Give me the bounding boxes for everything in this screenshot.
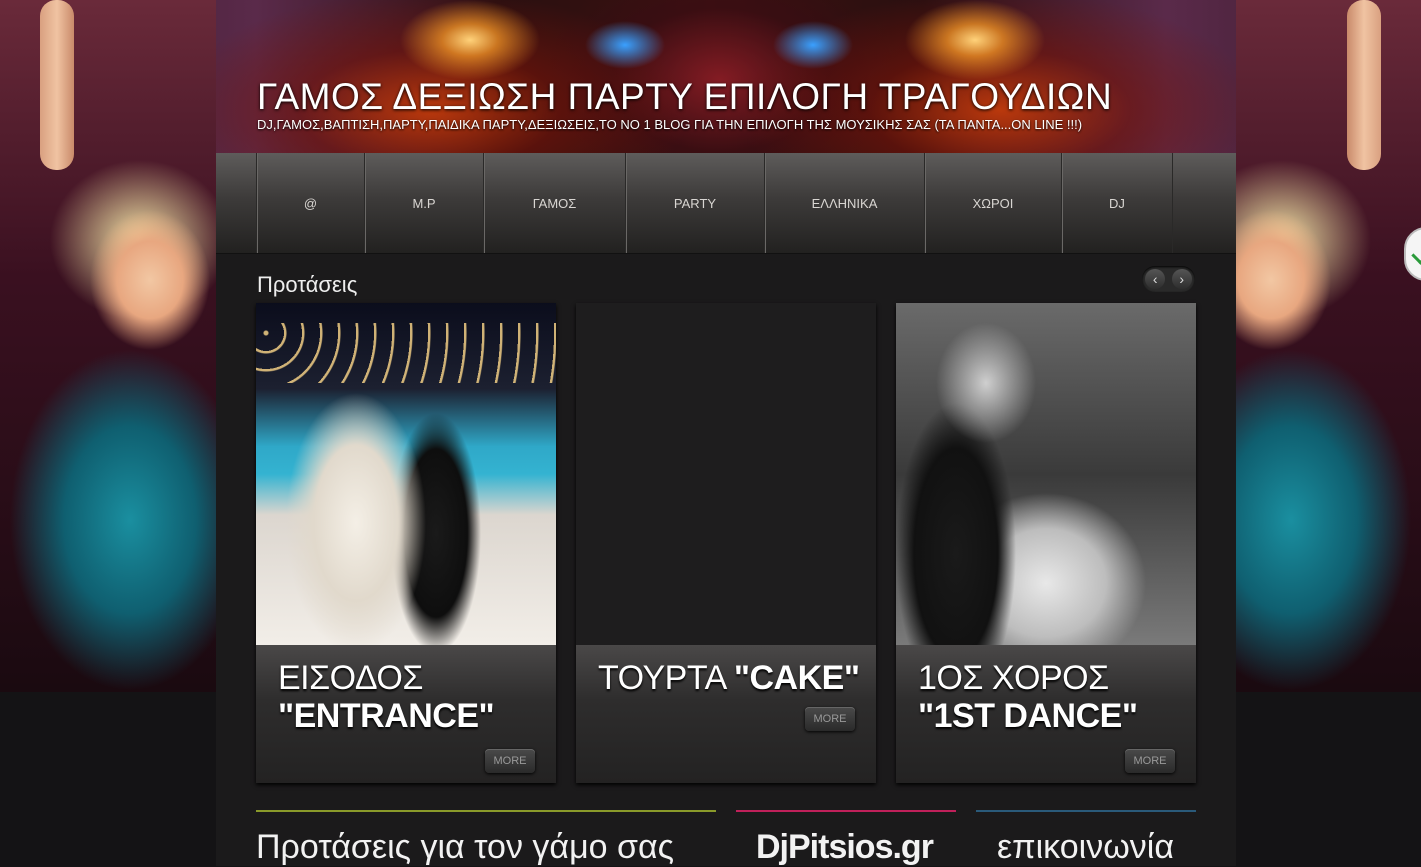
card-title[interactable]: 1ΟΣ ΧΟΡΟΣ "1ST DANCE" bbox=[918, 659, 1188, 735]
right-background-photo bbox=[1236, 0, 1421, 692]
site-description: DJ,ΓΑΜΟΣ,ΒΑΠΤΙΣΗ,ΠΑΡΤΥ,ΠΑΙΔΙΚΑ ΠΑΡΤΥ,ΔΕΞ… bbox=[257, 117, 1083, 132]
slider-controls: ‹ › bbox=[1142, 266, 1195, 292]
card-caption: 1ΟΣ ΧΟΡΟΣ "1ST DANCE" MORE bbox=[896, 645, 1196, 783]
nav-item-mp[interactable]: Μ.Ρ bbox=[365, 153, 484, 253]
featured-card-entrance[interactable]: ΕΙΣΟΔΟΣ "ENTRANCE" MORE bbox=[256, 303, 556, 783]
nav-item-party[interactable]: PARTY bbox=[626, 153, 765, 253]
footer-divider-1 bbox=[256, 810, 716, 812]
featured-section-title: Προτάσεις bbox=[257, 272, 358, 297]
string-lights bbox=[256, 323, 556, 383]
footer-heading-suggestions: Προτάσεις για τον γάμο σας bbox=[256, 828, 675, 866]
footer-heading-brand[interactable]: DjPitsios.gr bbox=[756, 828, 934, 867]
featured-card-first-dance[interactable]: 1ΟΣ ΧΟΡΟΣ "1ST DANCE" MORE bbox=[896, 303, 1196, 783]
nav-item-dj[interactable]: DJ bbox=[1062, 153, 1173, 253]
card-title-line1: ΕΙΣΟΔΟΣ bbox=[278, 659, 423, 697]
card-caption: ΤΟΥΡΤΑ "CAKE" MORE bbox=[576, 645, 876, 783]
nav-item-gamos[interactable]: ΓΑΜΟΣ bbox=[484, 153, 626, 253]
entrance-image[interactable] bbox=[256, 303, 556, 645]
more-button[interactable]: MORE bbox=[1125, 749, 1175, 773]
cake-image[interactable] bbox=[576, 303, 876, 645]
featured-card-cake[interactable]: ΤΟΥΡΤΑ "CAKE" MORE bbox=[576, 303, 876, 783]
card-title-line2: "CAKE" bbox=[733, 659, 860, 697]
slider-prev-icon[interactable]: ‹ bbox=[1145, 269, 1166, 289]
main-nav: @ Μ.Ρ ΓΑΜΟΣ PARTY ΕΛΛΗΝΙΚΑ ΧΩΡΟΙ DJ bbox=[216, 153, 1236, 254]
card-title[interactable]: ΤΟΥΡΤΑ "CAKE" bbox=[598, 659, 868, 697]
nav-left-cap bbox=[216, 153, 257, 253]
more-button[interactable]: MORE bbox=[485, 749, 535, 773]
nav-item-ellinika[interactable]: ΕΛΛΗΝΙΚΑ bbox=[765, 153, 925, 253]
slider-next-icon[interactable]: › bbox=[1171, 269, 1192, 289]
card-title-line1: 1ΟΣ ΧΟΡΟΣ bbox=[918, 659, 1109, 697]
nav-item-xoroi[interactable]: ΧΩΡΟΙ bbox=[925, 153, 1062, 253]
raised-arm-left bbox=[40, 0, 74, 170]
footer-divider-3 bbox=[976, 810, 1196, 812]
nav-item-at[interactable]: @ bbox=[257, 153, 365, 253]
card-title-line2: "1ST DANCE" bbox=[918, 697, 1138, 735]
footer-divider-2 bbox=[736, 810, 956, 812]
card-title-line2: "ENTRANCE" bbox=[278, 697, 495, 735]
footer-heading-contact: επικοινωνία bbox=[997, 828, 1174, 866]
more-button[interactable]: MORE bbox=[805, 707, 855, 731]
left-background-photo bbox=[0, 0, 216, 692]
first-dance-image[interactable] bbox=[896, 303, 1196, 645]
card-caption: ΕΙΣΟΔΟΣ "ENTRANCE" MORE bbox=[256, 645, 556, 783]
site-title[interactable]: ΓΑΜΟΣ ΔΕΞΙΩΣΗ ΠΑΡΤΥ ΕΠΙΛΟΓΗ ΤΡΑΓΟΥΔΙΩΝ bbox=[257, 76, 1112, 118]
card-title[interactable]: ΕΙΣΟΔΟΣ "ENTRANCE" bbox=[278, 659, 548, 735]
card-title-line1: ΤΟΥΡΤΑ bbox=[598, 659, 725, 697]
raised-arm-right bbox=[1347, 0, 1381, 170]
